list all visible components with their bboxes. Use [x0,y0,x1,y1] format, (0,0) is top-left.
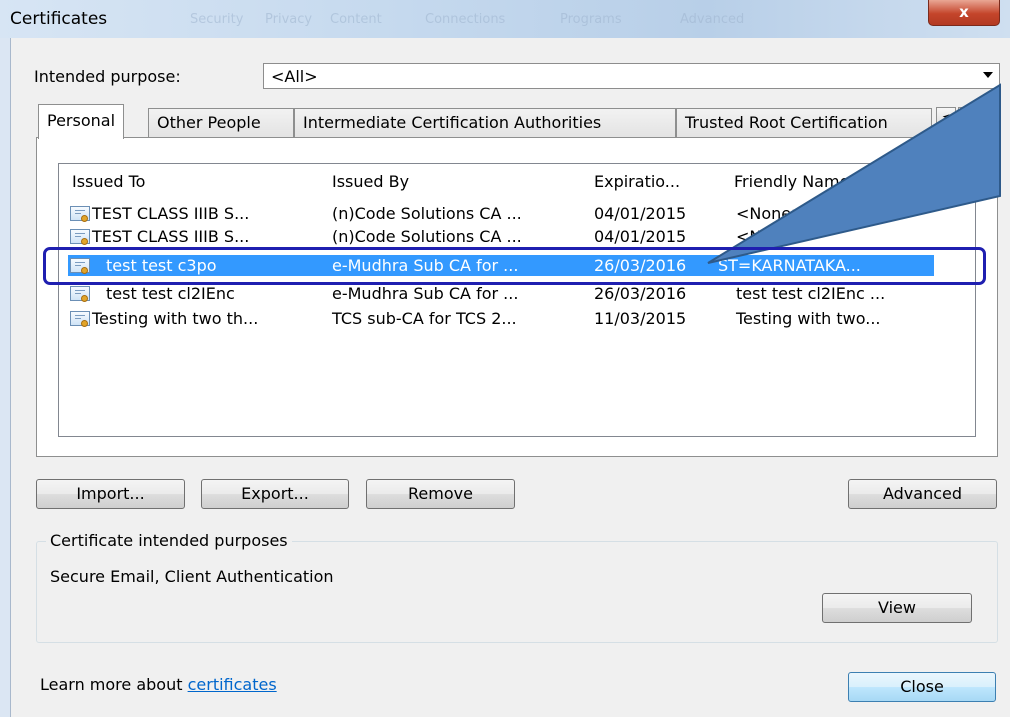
export-button[interactable]: Export... [201,479,349,509]
remove-button[interactable]: Remove [366,479,515,509]
advanced-button[interactable]: Advanced [848,479,997,509]
callout-pointer [707,83,1001,264]
purposes-group-title: Certificate intended purposes [46,531,292,550]
purposes-text: Secure Email, Client Authentication [50,567,334,586]
learn-more-prefix: Learn more about [40,675,188,694]
view-button[interactable]: View [822,593,972,623]
import-button[interactable]: Import... [36,479,185,509]
tab-personal[interactable]: Personal [38,104,125,139]
close-button[interactable]: Close [848,672,996,702]
purposes-group [36,541,998,643]
learn-more-text: Learn more about certificates [40,675,277,694]
tab-label: Personal [47,111,116,130]
highlight-box [43,247,986,285]
certificates-link[interactable]: certificates [188,675,277,694]
